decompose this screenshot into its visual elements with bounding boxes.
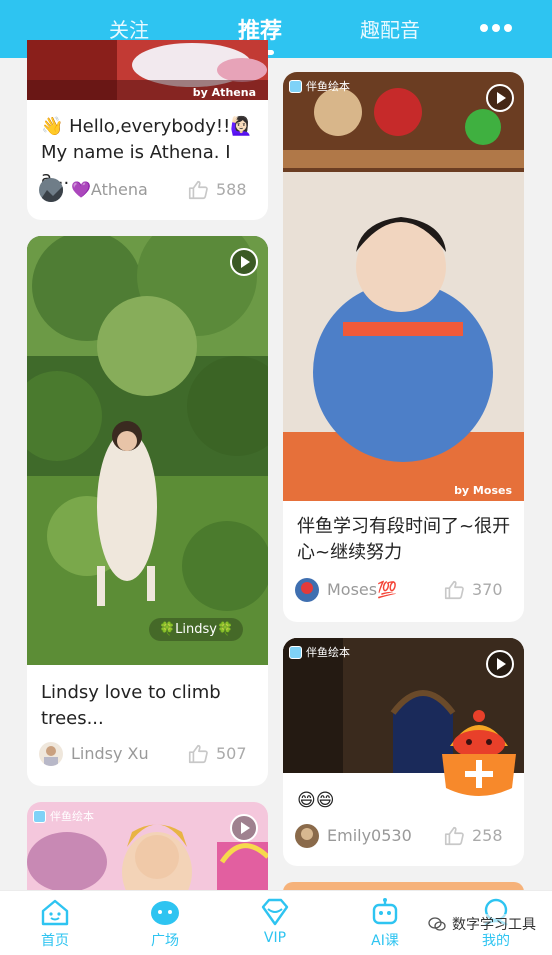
card-video: 伴鱼绘本 by Moses <box>283 72 524 501</box>
card-title: Lindsy love to climb trees... <box>41 682 221 729</box>
home-icon <box>41 899 69 926</box>
brand-tag: 伴鱼绘本 <box>289 78 350 94</box>
vip-diamond-icon <box>261 898 289 926</box>
nav-label: AI课 <box>371 933 399 949</box>
like-count: 258 <box>472 826 503 845</box>
avatar[interactable] <box>39 742 63 766</box>
nav-vip[interactable]: VIP <box>245 897 305 953</box>
tab-follow[interactable]: 关注 <box>109 14 149 43</box>
watermark: 数字学习工具 <box>428 914 536 934</box>
more-icon[interactable] <box>480 24 514 34</box>
card-image: by Athena <box>27 40 268 100</box>
nav-label: 广场 <box>151 933 179 949</box>
card-video: 🍀Lindsy🍀 <box>27 236 268 665</box>
watermark-text: 数字学习工具 <box>452 917 536 933</box>
nav-home[interactable]: 首页 <box>25 897 85 953</box>
by-tag: by Athena <box>192 86 256 99</box>
square-icon <box>151 901 179 925</box>
feed-card-athena[interactable]: by Athena 👋 Hello,everybody!!🙋🏻‍♀️ My na… <box>27 40 268 220</box>
thumbs-up-icon[interactable] <box>443 825 465 847</box>
video-name-label: 🍀Lindsy🍀 <box>149 618 244 641</box>
play-icon[interactable] <box>230 814 258 842</box>
by-tag: by Moses <box>454 484 512 497</box>
thumbs-up-icon[interactable] <box>187 179 209 201</box>
nav-label: VIP <box>263 930 287 946</box>
tab-dubbing[interactable]: 趣配音 <box>360 14 420 43</box>
nav-ai-course[interactable]: AI课 <box>355 897 415 953</box>
brand-tag: 伴鱼绘本 <box>289 644 350 660</box>
avatar[interactable] <box>39 178 63 202</box>
play-icon[interactable] <box>230 248 258 276</box>
avatar[interactable] <box>295 578 319 602</box>
card-video: 伴鱼绘本 <box>27 802 268 892</box>
nav-square[interactable]: 广场 <box>135 897 195 953</box>
add-post-fab-icon[interactable] <box>438 706 520 802</box>
play-icon[interactable] <box>486 84 514 112</box>
author-row: 💜Athena 588 <box>39 178 256 204</box>
avatar[interactable] <box>295 824 319 848</box>
like-count: 507 <box>216 744 247 763</box>
feed-card-partial[interactable]: 伴鱼绘本 <box>27 802 268 892</box>
thumbs-up-icon[interactable] <box>187 743 209 765</box>
wechat-icon <box>428 917 446 931</box>
like-count: 370 <box>472 580 503 599</box>
robot-icon <box>372 898 398 925</box>
author-row: Lindsy Xu 507 <box>39 742 256 768</box>
feed-card-moses[interactable]: 伴鱼绘本 by Moses 伴鱼学习有段时间了~很开心~继续努力 Moses💯 … <box>283 72 524 622</box>
author-name[interactable]: 💜Athena <box>71 180 148 199</box>
brand-tag: 伴鱼绘本 <box>33 808 94 824</box>
play-icon[interactable] <box>486 650 514 678</box>
card-title: 伴鱼学习有段时间了~很开心~继续努力 <box>297 516 511 563</box>
like-count: 588 <box>216 180 247 199</box>
nav-label: 首页 <box>41 933 69 949</box>
author-row: Moses💯 370 <box>295 578 512 604</box>
author-row: Emily0530 258 <box>295 824 512 850</box>
thumbs-up-icon[interactable] <box>443 579 465 601</box>
author-name[interactable]: Lindsy Xu <box>71 744 149 763</box>
feed-card-lindsy[interactable]: 🍀Lindsy🍀 Lindsy love to climb trees... L… <box>27 236 268 786</box>
author-name[interactable]: Moses💯 <box>327 580 397 599</box>
author-name[interactable]: Emily0530 <box>327 826 412 845</box>
